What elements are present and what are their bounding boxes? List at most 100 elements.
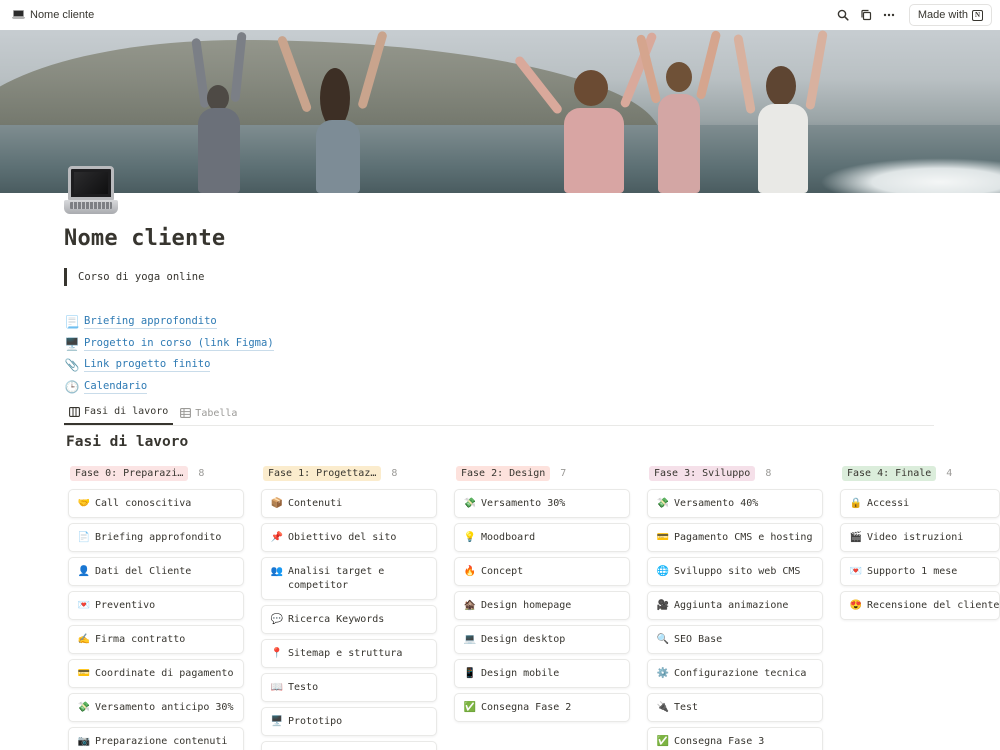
card-title: Firma contratto [95,634,186,645]
board-card[interactable]: 💬 Ricerca Keywords [261,605,437,634]
card-title: Sitemap e struttura [288,648,403,659]
column-header[interactable]: Fase 0: Preparazi… 8 [70,464,248,482]
board-card[interactable]: 🏚️ Design homepage [454,591,630,620]
board-column-fase-2: Fase 2: Design 7 💸 Versamento 30% 💡 Moodbo… [454,464,634,727]
board-card[interactable]: 📖 Testo [261,673,437,702]
column-tag: Fase 0: Preparazi… [70,465,189,481]
board-column-fase-4: Fase 4: Finale 4 🔒 Accessi 🎬 Video istruzi… [840,464,1000,625]
link-label[interactable]: Calendario [84,380,148,395]
money-wings-icon: 💸 [656,498,670,509]
made-with-label: Made with [917,9,968,21]
more-options-icon[interactable] [879,5,899,25]
column-tag: Fase 3: Sviluppo [649,465,756,481]
column-header[interactable]: Fase 3: Sviluppo 8 [649,464,827,482]
card-title: Consegna Fase 2 [481,702,572,713]
board-card[interactable]: 📱 Design mobile [454,659,630,688]
board-card[interactable]: 💌 Preventivo [68,591,244,620]
board-card[interactable]: 😍 Recensione del cliente [840,591,1000,620]
card-title: Supporto 1 mese [867,566,958,577]
board-card[interactable]: 💌 Supporto 1 mese [840,557,1000,586]
column-count: 8 [198,467,205,479]
board-card[interactable]: 💻 Design desktop [454,625,630,654]
board-card[interactable]: 💸 Versamento anticipo 30% [68,693,244,722]
top-bar: Nome cliente Made with N [0,0,1000,30]
column-header[interactable]: Fase 2: Design 7 [456,464,634,482]
column-tag: Fase 1: Progettaz… [263,465,382,481]
page-quote[interactable]: Corso di yoga online [64,268,204,286]
board-card[interactable]: 📷 Preparazione contenuti [68,727,244,750]
link-progetto-figma[interactable]: 🖥️ Progetto in corso (link Figma) [64,333,274,355]
card-title: Consegna Fase 3 [674,736,765,747]
board-card[interactable]: ✅ Consegna Fase 2 [454,693,630,722]
credit-card-icon: 💳 [656,532,670,543]
pushpin-icon: 📌 [270,532,284,543]
board-card[interactable]: 🔒 Accessi [840,489,1000,518]
board-card[interactable]: 👤 Dati del Cliente [68,557,244,586]
board-card[interactable]: 💳 Pagamento CMS e hosting [647,523,823,552]
card-title: Pagamento CMS e hosting [674,532,813,543]
link-calendario[interactable]: 🕒 Calendario [64,376,274,398]
search-icon[interactable] [833,5,853,25]
board-card[interactable]: 🎥 Aggiunta animazione [647,591,823,620]
column-header[interactable]: Fase 4: Finale 4 [842,464,1000,482]
link-label[interactable]: Progetto in corso (link Figma) [84,337,274,351]
made-with-notion-button[interactable]: Made with N [908,4,992,26]
page-laptop-icon[interactable] [64,164,118,216]
card-title: Dati del Cliente [95,566,192,577]
board-card[interactable]: 🔥 Concept [454,557,630,586]
cover-image [0,30,1000,193]
magnifier-icon: 🔍 [656,634,670,645]
board-card[interactable]: 💳 Coordinate di pagamento [68,659,244,688]
duplicate-icon[interactable] [856,5,876,25]
board-card[interactable]: 📍 Sitemap e struttura [261,639,437,668]
board-column-fase-3: Fase 3: Sviluppo 8 💸 Versamento 40% 💳 Paga… [647,464,827,750]
paperclip-icon: 📎 [64,358,80,373]
card-title: Versamento anticipo 30% [95,702,234,713]
board-card[interactable]: 🎬 Video istruzioni [840,523,1000,552]
column-tag: Fase 4: Finale [842,465,937,481]
board-card[interactable]: 🤝 Call conoscitiva [68,489,244,518]
card-title: Obiettivo del sito [288,532,397,543]
board-card[interactable]: 📄 Briefing approfondito [68,523,244,552]
link-progetto-finito[interactable]: 📎 Link progetto finito [64,355,274,377]
board-card[interactable]: 🌐 Sviluppo sito web CMS [647,557,823,586]
link-list: 📃 Briefing approfondito 🖥️ Progetto in c… [64,311,274,398]
card-title: Sviluppo sito web CMS [674,566,801,577]
users-icon: 👥 [270,566,284,577]
board-card[interactable]: 💸 Versamento 30% [454,489,630,518]
board-card[interactable]: ⚙️ Configurazione tecnica [647,659,823,688]
board-card[interactable] [261,741,437,750]
board-card[interactable]: 📌 Obiettivo del sito [261,523,437,552]
globe-icon: 🌐 [656,566,670,577]
card-title: Design mobile [481,668,560,679]
column-tag: Fase 2: Design [456,465,551,481]
clock-icon: 🕒 [64,380,80,395]
link-briefing[interactable]: 📃 Briefing approfondito [64,311,274,333]
tab-fasi-di-lavoro[interactable]: Fasi di lavoro [64,400,174,425]
round-pushpin-icon: 📍 [270,648,284,659]
card-title: Preventivo [95,600,156,611]
board-card[interactable]: 📦 Contenuti [261,489,437,518]
board-card[interactable]: 💸 Versamento 40% [647,489,823,518]
tab-tabella[interactable]: Tabella [175,401,242,425]
card-title: Briefing approfondito [95,532,222,543]
view-title[interactable]: Fasi di lavoro [66,434,188,450]
link-label[interactable]: Link progetto finito [84,358,211,373]
board-card[interactable]: ✍️ Firma contratto [68,625,244,654]
page-title[interactable]: Nome cliente [64,226,225,251]
board-card[interactable]: 💡 Moodboard [454,523,630,552]
table-view-icon [180,408,192,418]
card-title: Design homepage [481,600,572,611]
board-view-icon [69,406,80,417]
board-card[interactable]: ✅ Consegna Fase 3 [647,727,823,750]
plug-icon: 🔌 [656,702,670,713]
column-header[interactable]: Fase 1: Progettaz… 8 [263,464,441,482]
board-card[interactable]: 👥 Analisi target e competitor [261,557,437,600]
board-card[interactable]: 🔌 Test [647,693,823,722]
board-card[interactable]: 🖥️ Prototipo [261,707,437,736]
board-card[interactable]: 🔍 SEO Base [647,625,823,654]
column-count: 8 [765,467,772,479]
clapper-board-icon: 🎬 [849,532,863,543]
breadcrumb[interactable]: Nome cliente [12,9,94,21]
link-label[interactable]: Briefing approfondito [84,315,217,329]
